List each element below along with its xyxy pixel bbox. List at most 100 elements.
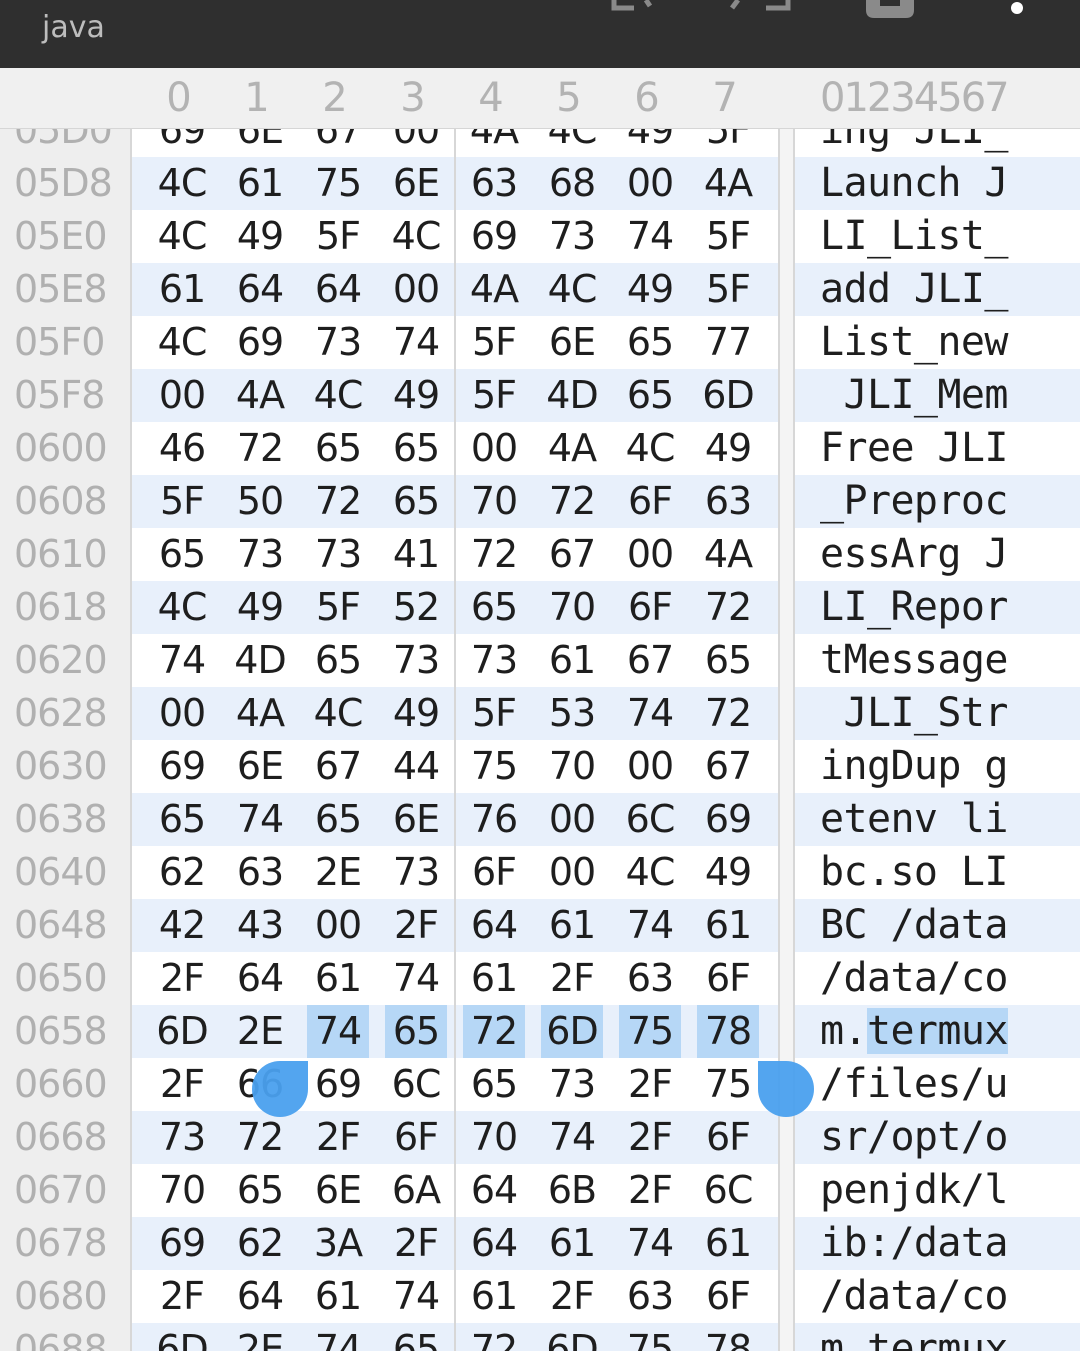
hex-byte[interactable]: 75 (697, 1058, 759, 1111)
ascii-text[interactable]: ing JLI_ (820, 129, 1030, 157)
hex-byte[interactable]: 2E (307, 846, 369, 899)
hex-byte[interactable]: 63 (463, 157, 525, 210)
ascii-text[interactable]: List_new (820, 316, 1030, 369)
hex-byte[interactable]: 74 (619, 1217, 681, 1270)
table-row[interactable]: 0658 6D 2E 74 65 72 6D 75 78 m.termux (0, 1005, 1080, 1058)
ascii-text[interactable]: tMessage (820, 634, 1030, 687)
hex-byte[interactable]: 41 (385, 528, 447, 581)
save-icon[interactable] (864, 0, 916, 20)
hex-byte[interactable]: 49 (619, 263, 681, 316)
hex-byte[interactable]: 72 (463, 1323, 525, 1351)
hex-byte[interactable]: 6C (619, 793, 681, 846)
hex-byte[interactable]: 61 (463, 1270, 525, 1323)
hex-byte[interactable]: 2F (151, 1270, 213, 1323)
hex-byte[interactable]: 4A (463, 263, 525, 316)
table-row[interactable]: 0630 69 6E 67 44 75 70 00 67 ingDup g (0, 740, 1080, 793)
table-row[interactable]: 05E0 4C 49 5F 4C 69 73 74 5F LI_List_ (0, 210, 1080, 263)
hex-byte[interactable]: 78 (697, 1323, 759, 1351)
hex-byte[interactable]: 74 (385, 316, 447, 369)
hex-byte[interactable]: 5F (307, 581, 369, 634)
redo-icon[interactable] (724, 0, 794, 14)
table-row[interactable]: 0648 42 43 00 2F 64 61 74 61 BC /data (0, 899, 1080, 952)
table-row[interactable]: 0608 5F 50 72 65 70 72 6F 63 _Preproc (0, 475, 1080, 528)
hex-byte[interactable]: 72 (463, 528, 525, 581)
hex-byte[interactable]: 2F (619, 1058, 681, 1111)
hex-byte[interactable]: 65 (151, 793, 213, 846)
hex-byte[interactable]: 74 (385, 1270, 447, 1323)
ascii-text[interactable]: BC /data (820, 899, 1030, 952)
hex-byte[interactable]: 76 (463, 793, 525, 846)
hex-byte[interactable]: 63 (229, 846, 291, 899)
hex-byte[interactable]: 69 (229, 316, 291, 369)
hex-byte[interactable]: 63 (619, 952, 681, 1005)
hex-byte[interactable]: 4C (541, 129, 603, 157)
hex-byte[interactable]: 65 (307, 422, 369, 475)
hex-byte[interactable]: 53 (541, 687, 603, 740)
hex-byte[interactable]: 6F (697, 1270, 759, 1323)
hex-byte[interactable]: 67 (307, 740, 369, 793)
hex-byte[interactable]: 61 (541, 634, 603, 687)
hex-byte[interactable]: 73 (307, 316, 369, 369)
hex-byte[interactable]: 49 (697, 422, 759, 475)
hex-byte[interactable]: 00 (385, 263, 447, 316)
hex-byte[interactable]: 65 (385, 475, 447, 528)
hex-byte[interactable]: 49 (385, 369, 447, 422)
hex-byte[interactable]: 67 (619, 634, 681, 687)
hex-byte[interactable]: 75 (619, 1323, 681, 1351)
hex-byte[interactable]: 49 (229, 581, 291, 634)
table-row[interactable]: 0688 6D 2E 74 65 72 6D 75 78 m.termux (0, 1323, 1080, 1351)
hex-byte[interactable]: 73 (385, 634, 447, 687)
ascii-text[interactable]: etenv li (820, 793, 1030, 846)
hex-byte[interactable]: 2F (385, 1217, 447, 1270)
hex-byte[interactable]: 4A (229, 687, 291, 740)
ascii-text[interactable]: Free JLI (820, 422, 1030, 475)
hex-byte[interactable]: 6D (151, 1005, 213, 1058)
hex-byte[interactable]: 5F (151, 475, 213, 528)
hex-byte[interactable]: 4C (151, 316, 213, 369)
hex-byte[interactable]: 00 (619, 157, 681, 210)
hex-byte[interactable]: 2F (619, 1164, 681, 1217)
hex-byte[interactable]: 72 (697, 581, 759, 634)
hex-byte[interactable]: 4C (151, 210, 213, 263)
hex-byte[interactable]: 67 (541, 528, 603, 581)
hex-byte[interactable]: 00 (385, 129, 447, 157)
table-row[interactable]: 05D0 69 6E 67 00 4A 4C 49 5F ing JLI_ (0, 129, 1080, 157)
hex-byte[interactable]: 2F (619, 1111, 681, 1164)
hex-byte[interactable]: 61 (697, 899, 759, 952)
hex-byte[interactable]: 75 (619, 1005, 681, 1058)
hex-byte[interactable]: 00 (541, 846, 603, 899)
hex-byte[interactable]: 64 (463, 899, 525, 952)
ascii-text[interactable]: sr/opt/o (820, 1111, 1030, 1164)
hex-byte[interactable]: 65 (307, 634, 369, 687)
hex-byte[interactable]: 61 (463, 952, 525, 1005)
hex-byte[interactable]: 44 (385, 740, 447, 793)
hex-byte[interactable]: 5F (697, 263, 759, 316)
hex-byte[interactable]: 65 (463, 1058, 525, 1111)
hex-byte[interactable]: 6D (541, 1323, 603, 1351)
hex-byte[interactable]: 64 (229, 1270, 291, 1323)
hex-byte[interactable]: 4A (541, 422, 603, 475)
hex-byte[interactable]: 65 (385, 422, 447, 475)
hex-byte[interactable]: 73 (463, 634, 525, 687)
hex-byte[interactable]: 00 (619, 528, 681, 581)
hex-byte[interactable]: 70 (151, 1164, 213, 1217)
undo-icon[interactable] (606, 0, 666, 14)
ascii-text[interactable]: /files/u (820, 1058, 1030, 1111)
ascii-text[interactable]: JLI_Mem (820, 369, 1030, 422)
hex-byte[interactable]: 4D (229, 634, 291, 687)
ascii-text[interactable]: Launch J (820, 157, 1030, 210)
hex-byte[interactable]: 00 (619, 740, 681, 793)
hex-byte[interactable]: 70 (541, 581, 603, 634)
hex-byte[interactable]: 2F (151, 1058, 213, 1111)
ascii-text[interactable]: /data/co (820, 1270, 1030, 1323)
hex-byte[interactable]: 5F (463, 687, 525, 740)
table-row[interactable]: 0650 2F 64 61 74 61 2F 63 6F/data/co (0, 952, 1080, 1005)
hex-byte[interactable]: 2E (229, 1323, 291, 1351)
hex-byte[interactable]: 72 (541, 475, 603, 528)
hex-byte[interactable]: 52 (385, 581, 447, 634)
hex-byte[interactable]: 6E (229, 740, 291, 793)
table-row[interactable]: 0638 65 74 65 6E 76 00 6C 69 etenv li (0, 793, 1080, 846)
table-row[interactable]: 0670 70 65 6E 6A 64 6B 2F 6C penjdk/l (0, 1164, 1080, 1217)
hex-byte[interactable]: 42 (151, 899, 213, 952)
hex-byte[interactable]: 65 (151, 528, 213, 581)
